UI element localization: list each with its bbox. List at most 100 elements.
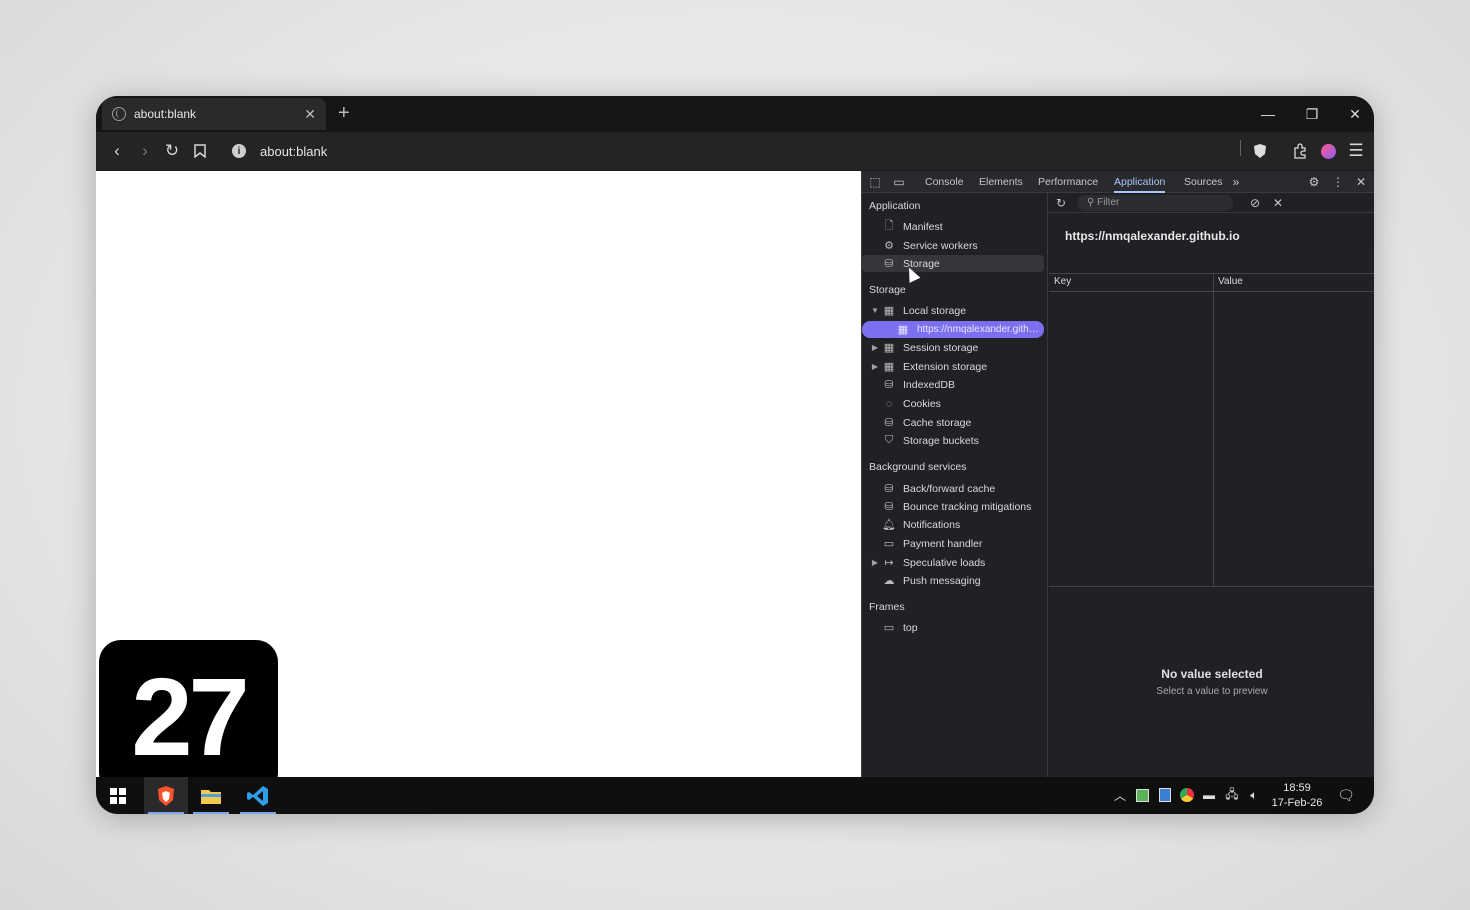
tab-application[interactable]: Application bbox=[1114, 171, 1166, 193]
no-value-title: No value selected bbox=[1161, 667, 1263, 681]
file-explorer-icon[interactable] bbox=[189, 777, 233, 814]
credit-card-icon: ▭ bbox=[883, 538, 895, 550]
page-viewport: 27 bbox=[96, 171, 861, 795]
sidebar-item-extension-storage[interactable]: ▶ ▦ Extension storage bbox=[862, 358, 1044, 375]
more-options-icon[interactable]: ⋮ bbox=[1330, 174, 1346, 190]
expanded-arrow-icon[interactable]: ▼ bbox=[868, 306, 882, 315]
vscode-icon[interactable] bbox=[236, 777, 280, 814]
sidebar-item-local-storage-origin[interactable]: ▦ https://nmqalexander.gith… bbox=[862, 321, 1044, 338]
inspect-element-icon[interactable]: ⬚ bbox=[867, 174, 883, 190]
browser-toolbar: ‹ › ↻ i about:blank ☰ bbox=[96, 132, 1374, 170]
table-header: Key Value bbox=[1049, 274, 1374, 292]
clock-time: 18:59 bbox=[1283, 782, 1311, 794]
leo-ai-icon[interactable] bbox=[1314, 137, 1342, 165]
brave-shields-icon[interactable] bbox=[1246, 137, 1274, 165]
sidebar-item-speculative-loads[interactable]: ▶ ↦ Speculative loads bbox=[862, 554, 1044, 571]
section-application: Application bbox=[869, 200, 921, 212]
sidebar-item-cache-storage[interactable]: ⛁ Cache storage bbox=[862, 414, 1044, 431]
battery-icon[interactable]: ▬ bbox=[1200, 786, 1218, 804]
collapsed-arrow-icon[interactable]: ▶ bbox=[868, 558, 882, 567]
bell-icon: 🔔︎ bbox=[882, 519, 896, 531]
settings-gear-icon[interactable]: ⚙ bbox=[1306, 174, 1322, 190]
tray-notepad-icon[interactable] bbox=[1156, 786, 1174, 804]
volume-icon[interactable]: 🔈︎ bbox=[1245, 786, 1263, 804]
sidebar-item-back-forward-cache[interactable]: ⛁ Back/forward cache bbox=[862, 480, 1044, 497]
devtools-tab-bar: ⬚ ▭ Console Elements Performance Applica… bbox=[862, 171, 1374, 193]
sidebar-item-notifications[interactable]: 🔔︎ Notifications bbox=[862, 516, 1044, 533]
database-icon: ⛁ bbox=[884, 258, 894, 270]
tab-elements[interactable]: Elements bbox=[979, 171, 1023, 193]
collapsed-arrow-icon[interactable]: ▶ bbox=[868, 343, 882, 352]
clock-date: 17-Feb-26 bbox=[1271, 797, 1323, 809]
tray-chrome-icon[interactable] bbox=[1178, 786, 1196, 804]
back-button[interactable]: ‹ bbox=[103, 137, 131, 165]
local-storage-view: ↻ ⚲ Filter ⊘ ✕ https://nmqalexander.gith… bbox=[1049, 193, 1374, 777]
tab-title: about:blank bbox=[134, 107, 197, 121]
no-value-subtitle: Select a value to preview bbox=[1156, 686, 1268, 697]
menu-icon[interactable]: ☰ bbox=[1342, 137, 1370, 165]
minimize-button[interactable]: — bbox=[1246, 96, 1290, 132]
clear-all-icon[interactable]: ⊘ bbox=[1247, 195, 1263, 211]
tab-performance[interactable]: Performance bbox=[1038, 171, 1098, 193]
sidebar-item-storage-buckets[interactable]: ⛉ Storage buckets bbox=[862, 432, 1044, 449]
sidebar-item-local-storage[interactable]: ▼ ▦ Local storage bbox=[862, 302, 1044, 319]
column-value[interactable]: Value bbox=[1218, 276, 1243, 287]
new-tab-button[interactable]: + bbox=[338, 102, 350, 124]
sidebar-item-indexeddb[interactable]: ⛁ IndexedDB bbox=[862, 376, 1044, 393]
windows-start-icon[interactable] bbox=[96, 777, 140, 814]
refresh-icon[interactable]: ↻ bbox=[1053, 195, 1069, 211]
restore-button[interactable]: ❐ bbox=[1290, 96, 1334, 132]
key-value-table: Key Value bbox=[1049, 273, 1374, 587]
browser-window: about:blank ✕ + — ❐ ✕ ‹ › ↻ i about:blan… bbox=[96, 96, 1374, 814]
forward-button[interactable]: › bbox=[131, 137, 159, 165]
column-divider bbox=[1213, 274, 1214, 586]
sidebar-item-session-storage[interactable]: ▶ ▦ Session storage bbox=[862, 339, 1044, 356]
sidebar-item-service-workers[interactable]: ⚙ Service workers bbox=[862, 237, 1044, 254]
filter-input[interactable]: ⚲ Filter bbox=[1077, 195, 1233, 211]
divider bbox=[1240, 140, 1241, 156]
globe-icon bbox=[112, 107, 126, 121]
notification-center-icon[interactable]: 🗨︎ bbox=[1337, 786, 1355, 804]
taskbar-clock[interactable]: 18:59 17-Feb-26 bbox=[1264, 781, 1330, 811]
frame-icon: ▭ bbox=[883, 622, 895, 634]
sidebar-item-bounce-tracking[interactable]: ⛁ Bounce tracking mitigations bbox=[862, 498, 1044, 515]
delete-selected-icon[interactable]: ✕ bbox=[1270, 195, 1286, 211]
sidebar-item-manifest[interactable]: 🗋 Manifest bbox=[862, 218, 1044, 235]
brave-browser-icon[interactable] bbox=[144, 777, 188, 814]
table-icon: ▦ bbox=[883, 342, 895, 354]
gears-icon: ⚙ bbox=[884, 240, 894, 252]
sidebar-item-push-messaging[interactable]: ☁ Push messaging bbox=[862, 572, 1044, 589]
tab-console[interactable]: Console bbox=[925, 171, 964, 193]
close-window-button[interactable]: ✕ bbox=[1333, 96, 1374, 132]
section-background-services: Background services bbox=[869, 461, 967, 473]
close-tab-icon[interactable]: ✕ bbox=[304, 106, 316, 123]
close-devtools-icon[interactable]: ✕ bbox=[1353, 174, 1369, 190]
device-toolbar-icon[interactable]: ▭ bbox=[891, 174, 907, 190]
bookmark-icon[interactable] bbox=[186, 137, 214, 165]
column-key[interactable]: Key bbox=[1054, 276, 1071, 287]
tray-app-icon[interactable] bbox=[1133, 786, 1151, 804]
cloud-icon: ☁ bbox=[883, 575, 895, 587]
site-info-icon[interactable]: i bbox=[232, 144, 246, 158]
database-icon: ⛁ bbox=[884, 501, 894, 513]
extensions-icon[interactable] bbox=[1286, 137, 1314, 165]
sidebar-item-cookies[interactable]: ◌ Cookies bbox=[862, 395, 1044, 412]
show-hidden-icons-icon[interactable]: ︿ bbox=[1111, 786, 1129, 804]
reload-button[interactable]: ↻ bbox=[158, 137, 186, 165]
address-bar[interactable]: i about:blank bbox=[222, 136, 1237, 166]
sidebar-item-storage[interactable]: ⛁ Storage bbox=[862, 255, 1044, 272]
cookie-icon: ◌ bbox=[885, 397, 893, 410]
table-icon: ▦ bbox=[897, 324, 909, 336]
arrow-right-bar-icon: ↦ bbox=[884, 557, 894, 569]
tab-sources[interactable]: Sources bbox=[1184, 171, 1223, 193]
browser-tab[interactable]: about:blank ✕ bbox=[102, 98, 326, 130]
storage-toolbar: ↻ ⚲ Filter ⊘ ✕ bbox=[1049, 193, 1374, 213]
episode-number-badge: 27 bbox=[99, 640, 278, 795]
bucket-icon: ⛉ bbox=[884, 434, 894, 446]
network-icon[interactable]: 🖧︎ bbox=[1223, 786, 1241, 804]
database-icon: ⛁ bbox=[884, 417, 894, 429]
collapsed-arrow-icon[interactable]: ▶ bbox=[868, 362, 882, 371]
sidebar-item-payment-handler[interactable]: ▭ Payment handler bbox=[862, 535, 1044, 552]
sidebar-item-frame-top[interactable]: ▭ top bbox=[862, 619, 1044, 636]
more-tabs-icon[interactable]: » bbox=[1228, 174, 1244, 190]
